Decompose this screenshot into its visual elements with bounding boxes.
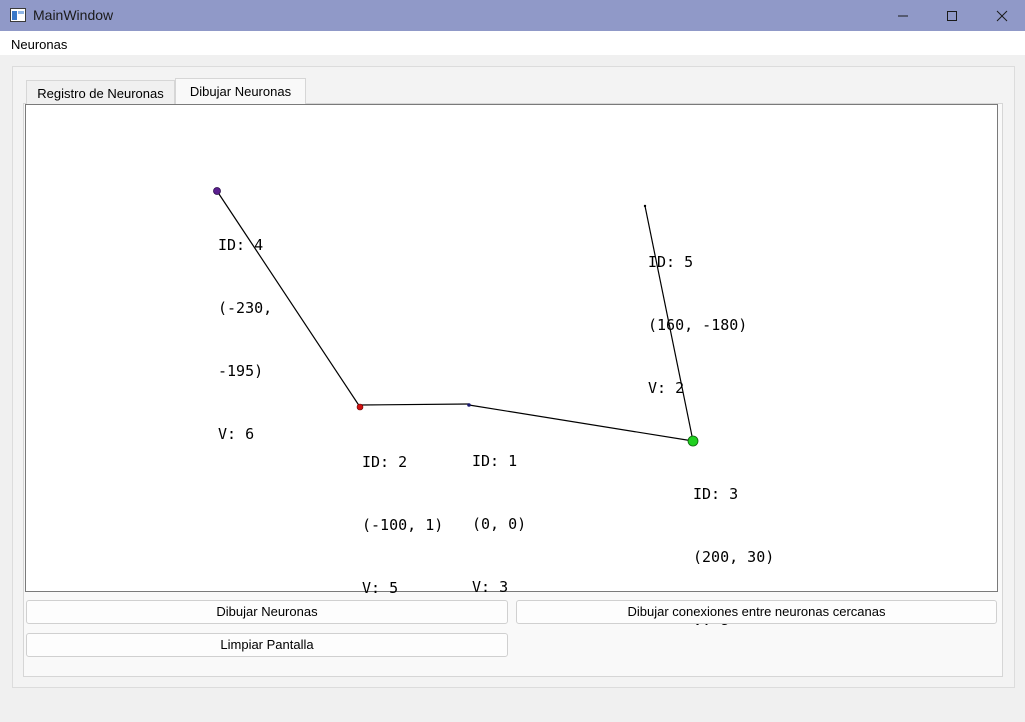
neuron-3-label: ID: 3 (200, 30) V: 8 <box>693 442 774 673</box>
app-icon <box>10 8 26 22</box>
neuron-2-id: ID: 2 <box>362 453 408 471</box>
neuron-4-label: ID: 4 (-230, -195) V: 6 <box>218 193 272 487</box>
connection-2-1 <box>359 403 470 406</box>
neuron-1-position: (0, 0) <box>472 515 527 533</box>
tab-registro-neuronas[interactable]: Registro de Neuronas <box>26 80 175 104</box>
neuron-2-value: V: 5 <box>362 579 399 597</box>
draw-neurons-button[interactable]: Dibujar Neuronas <box>26 600 508 624</box>
maximize-button[interactable] <box>929 0 975 31</box>
neuron-4-value: V: 6 <box>218 425 255 443</box>
menu-bar: Neuronas <box>0 31 1025 55</box>
neuron-4-id: ID: 4 <box>218 236 264 254</box>
neuron-3-position: (200, 30) <box>693 548 775 566</box>
title-bar: MainWindow <box>0 0 1025 31</box>
neuron-4-position: (-230, <box>218 299 273 317</box>
neuron-2-position: (-100, 1) <box>362 516 444 534</box>
neuron-1-id: ID: 1 <box>472 452 518 470</box>
minimize-icon <box>898 15 908 16</box>
neuron-5-position: (160, -180) <box>648 316 748 334</box>
tab-dibujar-neuronas[interactable]: Dibujar Neuronas <box>175 78 306 104</box>
maximize-icon <box>947 10 957 21</box>
drawing-canvas[interactable]: ID: 4 (-230, -195) V: 6 ID: 5 (160, -180… <box>25 104 998 629</box>
neuron-1-value: V: 3 <box>472 578 509 596</box>
neuron-3-id: ID: 3 <box>693 485 739 503</box>
neuron-5-value: V: 2 <box>648 379 685 397</box>
neuron-5-id: ID: 5 <box>648 253 694 271</box>
menu-neuronas[interactable]: Neuronas <box>11 37 67 52</box>
neuron-5 <box>643 204 647 208</box>
window-title: MainWindow <box>33 7 114 23</box>
close-button[interactable] <box>979 0 1025 31</box>
neuron-4-position-cont: -195) <box>218 362 264 380</box>
neuron-1 <box>467 403 471 407</box>
draw-connections-button[interactable]: Dibujar conexiones entre neuronas cercan… <box>516 600 997 624</box>
close-icon <box>996 10 1008 21</box>
neuron-5-label: ID: 5 (160, -180) V: 2 <box>648 210 747 441</box>
clear-screen-button[interactable]: Limpiar Pantalla <box>26 633 508 657</box>
minimize-button[interactable] <box>880 0 926 31</box>
